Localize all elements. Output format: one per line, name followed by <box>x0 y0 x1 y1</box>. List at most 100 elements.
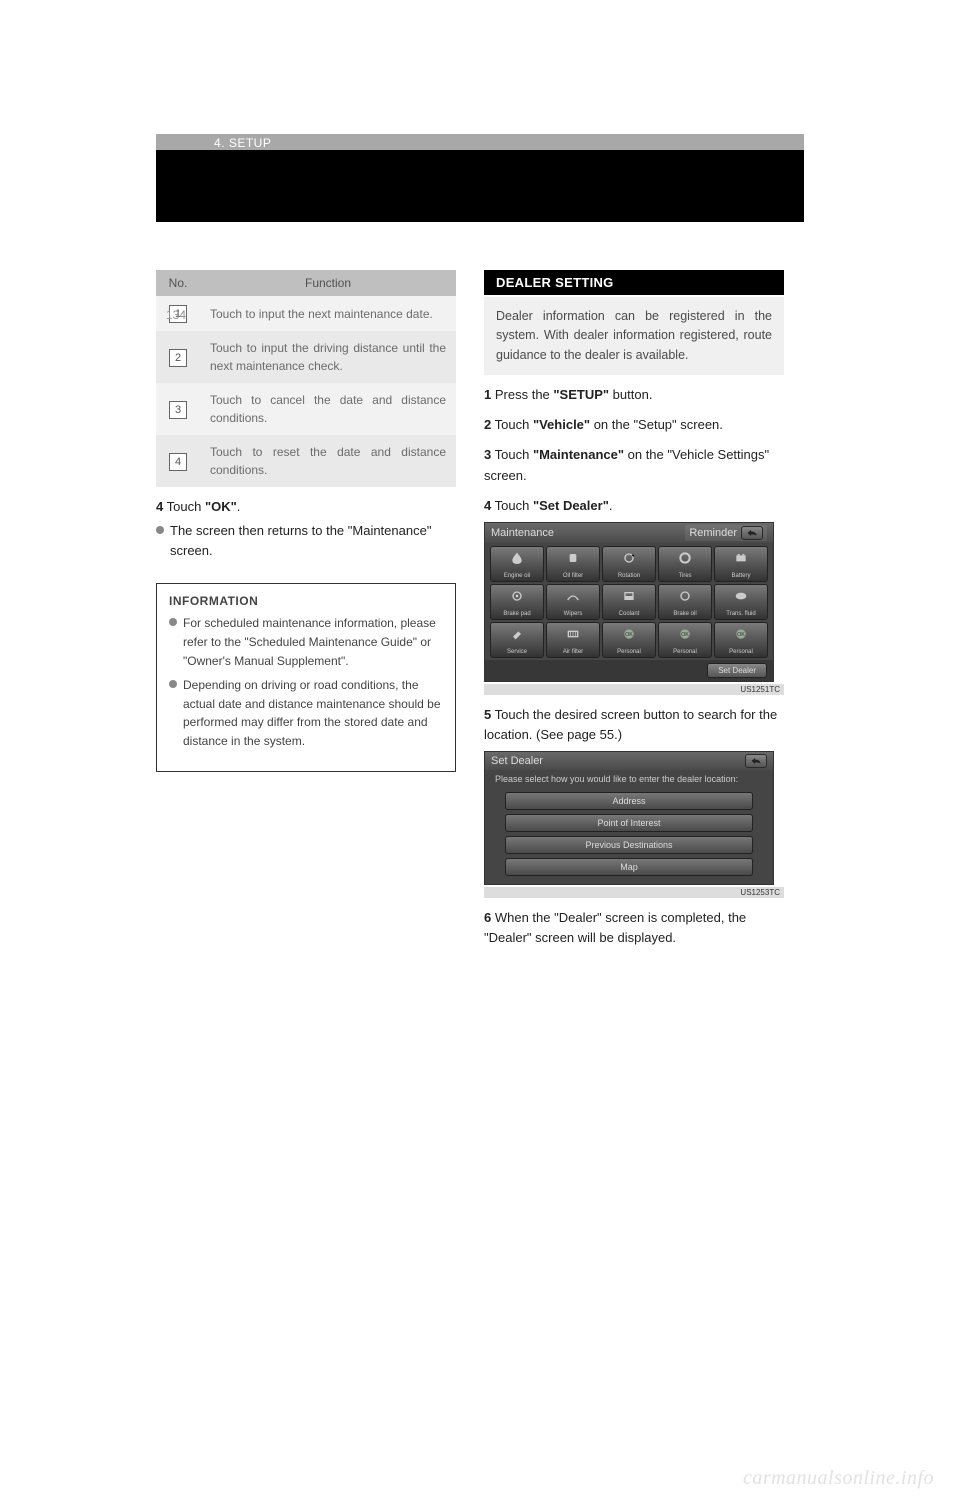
tires-icon <box>676 551 694 565</box>
tile-brake-oil[interactable]: Brake oil <box>658 584 712 620</box>
information-box: INFORMATION For scheduled maintenance in… <box>156 583 456 771</box>
func-table-head-fn: Function <box>200 270 456 296</box>
right-step4: 4 Touch "Set Dealer". <box>484 496 784 516</box>
set-dealer-image-code: US1253TC <box>484 887 784 898</box>
set-dealer-prompt: Please select how you would like to ente… <box>485 770 773 788</box>
tile-rotation[interactable]: Rotation <box>602 546 656 582</box>
tile-coolant[interactable]: Coolant <box>602 584 656 620</box>
right-step2-a: Touch <box>495 417 533 432</box>
engine-oil-icon <box>508 551 526 565</box>
information-list: For scheduled maintenance information, p… <box>169 614 443 750</box>
tile-air-filter[interactable]: Air filter <box>546 622 600 658</box>
right-step2-num: 2 <box>484 417 491 432</box>
maintenance-grid: Engine oil Oil filter Rotation Tires Bat… <box>485 543 773 660</box>
oil-filter-icon <box>564 551 582 565</box>
page-number: 134 <box>166 308 186 322</box>
left-step4: 4 Touch "OK". <box>156 497 456 517</box>
information-title: INFORMATION <box>169 594 443 608</box>
left-step4-bold: "OK" <box>205 499 237 514</box>
back-icon[interactable] <box>741 526 763 540</box>
info-item-1: For scheduled maintenance information, p… <box>169 614 443 670</box>
right-step3-bold: "Maintenance" <box>533 447 624 462</box>
watermark: carmanualsonline.info <box>743 1467 934 1490</box>
row4-number: 4 <box>169 453 187 471</box>
option-map[interactable]: Map <box>505 858 753 876</box>
svg-text:OK: OK <box>737 632 745 638</box>
row3-text: Touch to cancel the date and distance co… <box>200 383 456 435</box>
info-item-2: Depending on driving or road conditions,… <box>169 676 443 750</box>
trans-fluid-icon <box>732 589 750 603</box>
right-step1: 1 Press the "SETUP" button. <box>484 385 784 405</box>
left-step4-sub: The screen then returns to the "Maintena… <box>156 521 456 561</box>
wipers-icon <box>564 589 582 603</box>
function-table: No. Function 1 Touch to input the next m… <box>156 270 456 487</box>
service-icon <box>508 627 526 641</box>
brake-oil-icon <box>676 589 694 603</box>
svg-text:OK: OK <box>625 632 633 638</box>
reminder-label: Reminder <box>689 527 737 539</box>
right-step6: 6 When the "Dealer" screen is completed,… <box>484 908 784 948</box>
right-step2: 2 Touch "Vehicle" on the "Setup" screen. <box>484 415 784 435</box>
header-band: 4. SETUP <box>156 150 804 222</box>
air-filter-icon <box>564 627 582 641</box>
personal-icon: OK <box>732 627 750 641</box>
battery-icon <box>732 551 750 565</box>
left-step4-text-b: . <box>237 499 241 514</box>
right-step5-text: Touch the desired screen button to searc… <box>484 707 777 742</box>
option-poi[interactable]: Point of Interest <box>505 814 753 832</box>
back-icon[interactable] <box>745 754 767 768</box>
svg-text:OK: OK <box>681 632 689 638</box>
tile-engine-oil[interactable]: Engine oil <box>490 546 544 582</box>
row2-text: Touch to input the driving distance unti… <box>200 331 456 383</box>
right-step1-bold: "SETUP" <box>553 387 609 402</box>
option-previous[interactable]: Previous Destinations <box>505 836 753 854</box>
right-step4-a: Touch <box>495 498 533 513</box>
row1-text: Touch to input the next maintenance date… <box>200 296 456 331</box>
tile-oil-filter[interactable]: Oil filter <box>546 546 600 582</box>
tile-wipers[interactable]: Wipers <box>546 584 600 620</box>
coolant-icon <box>620 589 638 603</box>
dealer-setting-header: DEALER SETTING <box>484 270 784 295</box>
set-dealer-button[interactable]: Set Dealer <box>707 663 767 678</box>
tile-tires[interactable]: Tires <box>658 546 712 582</box>
tile-service[interactable]: Service <box>490 622 544 658</box>
section-label: 4. SETUP <box>156 134 804 150</box>
left-step4-num: 4 <box>156 499 163 514</box>
right-step3-a: Touch <box>495 447 533 462</box>
right-step5-num: 5 <box>484 707 491 722</box>
right-step6-num: 6 <box>484 910 491 925</box>
right-step1-num: 1 <box>484 387 491 402</box>
maintenance-image-code: US1251TC <box>484 684 784 695</box>
right-step4-b: . <box>609 498 613 513</box>
personal-icon: OK <box>620 627 638 641</box>
row3-number: 3 <box>169 401 187 419</box>
maintenance-screen-title: Maintenance <box>491 527 554 539</box>
row2-number: 2 <box>169 349 187 367</box>
left-column: No. Function 1 Touch to input the next m… <box>156 270 456 952</box>
set-dealer-screenshot: Set Dealer Please select how you would l… <box>484 751 784 898</box>
right-step4-num: 4 <box>484 498 491 513</box>
left-step4-text-a: Touch <box>167 499 205 514</box>
right-step3: 3 Touch "Maintenance" on the "Vehicle Se… <box>484 445 784 485</box>
right-step6-text: When the "Dealer" screen is completed, t… <box>484 910 746 945</box>
right-step3-num: 3 <box>484 447 491 462</box>
brake-pad-icon <box>508 589 526 603</box>
maintenance-screenshot: Maintenance Reminder Engine oil Oil filt… <box>484 522 784 695</box>
tile-personal-3[interactable]: OKPersonal <box>714 622 768 658</box>
personal-icon: OK <box>676 627 694 641</box>
tile-battery[interactable]: Battery <box>714 546 768 582</box>
tile-brake-pad[interactable]: Brake pad <box>490 584 544 620</box>
right-step2-b: on the "Setup" screen. <box>590 417 723 432</box>
tile-personal-2[interactable]: OKPersonal <box>658 622 712 658</box>
content-area: No. Function 1 Touch to input the next m… <box>156 222 804 952</box>
row4-text: Touch to reset the date and distance con… <box>200 435 456 487</box>
tile-personal-1[interactable]: OKPersonal <box>602 622 656 658</box>
right-step5: 5 Touch the desired screen button to sea… <box>484 705 784 745</box>
right-step2-bold: "Vehicle" <box>533 417 590 432</box>
right-column: DEALER SETTING Dealer information can be… <box>484 270 784 952</box>
right-step1-b: button. <box>609 387 652 402</box>
option-address[interactable]: Address <box>505 792 753 810</box>
right-step4-bold: "Set Dealer" <box>533 498 609 513</box>
tile-trans-fluid[interactable]: Trans. fluid <box>714 584 768 620</box>
rotation-icon <box>620 551 638 565</box>
